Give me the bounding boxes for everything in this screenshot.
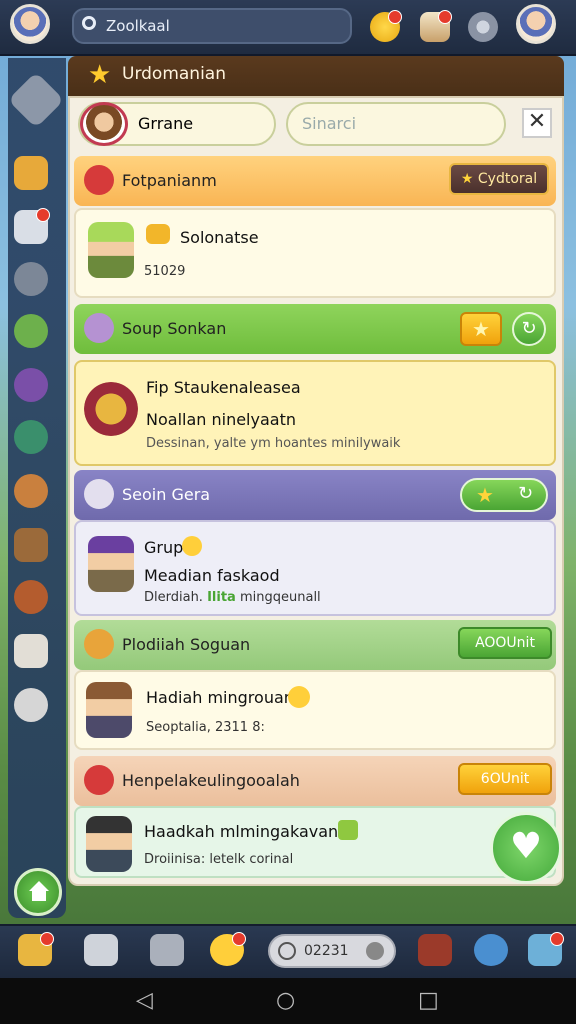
friend-avatar-icon[interactable] bbox=[14, 368, 48, 402]
character-avatar bbox=[88, 222, 134, 278]
back-icon[interactable]: ◁ bbox=[136, 978, 153, 1024]
star-button[interactable]: ★ bbox=[460, 312, 502, 346]
notification-badge bbox=[36, 208, 50, 222]
chat-icon[interactable] bbox=[14, 208, 50, 244]
profile-avatar bbox=[80, 102, 128, 146]
timer-text: 02231 bbox=[304, 943, 349, 959]
panel-header: ★ Urdomanian bbox=[68, 56, 564, 96]
card-line: Noallan ninelyaatn bbox=[146, 410, 296, 429]
friend-avatar-icon[interactable] bbox=[14, 420, 48, 454]
notification-badge bbox=[40, 932, 54, 946]
badge-icon bbox=[84, 382, 138, 436]
list-card[interactable]: Solonatse 51029 bbox=[74, 208, 556, 298]
list-card[interactable]: Haadkah mlmingakavan Droiinisa: letelk c… bbox=[74, 806, 556, 878]
refresh-icon: ↻ bbox=[518, 483, 534, 504]
shop-icon[interactable] bbox=[420, 10, 452, 42]
card-subtitle: 51029 bbox=[144, 264, 186, 279]
close-icon: ✕ bbox=[527, 109, 547, 134]
coin-icon bbox=[288, 686, 310, 708]
card-line: Meadian faskaod bbox=[144, 566, 280, 585]
emoji-icon[interactable] bbox=[210, 932, 246, 966]
message-icon[interactable] bbox=[14, 634, 48, 668]
section-title: Soup Sonkan bbox=[122, 319, 227, 338]
header-action-label: AOOUnit bbox=[475, 635, 535, 651]
candy-icon bbox=[84, 765, 114, 795]
quest-icon[interactable] bbox=[18, 932, 54, 966]
close-button[interactable]: ✕ bbox=[522, 108, 552, 138]
card-title: Hadiah mingrouan bbox=[146, 688, 294, 707]
cheese-icon[interactable] bbox=[14, 156, 48, 190]
notification-badge bbox=[550, 932, 564, 946]
home-circle-icon[interactable]: ○ bbox=[276, 978, 295, 1024]
candy-icon bbox=[84, 629, 114, 659]
system-nav-bar: ◁ ○ □ bbox=[0, 978, 576, 1024]
notification-badge bbox=[232, 932, 246, 946]
character-avatar bbox=[86, 816, 132, 872]
header-action-label: Cydtoral bbox=[477, 171, 538, 187]
card-subtitle: Dessinan, yalte ym hoantes minilywaik bbox=[146, 436, 401, 451]
friend-avatar-icon[interactable] bbox=[14, 314, 48, 348]
character-avatar bbox=[86, 682, 132, 738]
character-icon[interactable] bbox=[474, 934, 508, 966]
timer-display[interactable]: 02231 bbox=[268, 934, 396, 968]
mail-icon[interactable] bbox=[84, 934, 118, 966]
section-title: Plodiiah Soguan bbox=[122, 635, 251, 654]
search-icon bbox=[82, 16, 96, 30]
player-avatar[interactable] bbox=[10, 4, 50, 44]
star-icon: ★ bbox=[88, 60, 112, 90]
home-button[interactable] bbox=[14, 868, 62, 916]
header-action-button[interactable]: 6OUnit bbox=[458, 763, 552, 795]
search-text: Zoolkaal bbox=[106, 17, 170, 35]
candy-icon bbox=[84, 479, 114, 509]
card-title: Solonatse bbox=[180, 228, 259, 247]
section-title: Fotpanianm bbox=[122, 171, 217, 190]
list-card[interactable]: Grup Meadian faskaod Dlerdiah. Ilita min… bbox=[74, 520, 556, 616]
hand-icon[interactable] bbox=[14, 688, 48, 722]
card-title: Haadkah mlmingakavan bbox=[144, 822, 339, 841]
card-subtitle: Seoptalia, 2311 8: bbox=[146, 720, 265, 735]
reward-icon[interactable] bbox=[370, 10, 402, 42]
item-icon[interactable] bbox=[418, 934, 452, 966]
gear-icon bbox=[366, 942, 384, 960]
header-action-label: 6OUnit bbox=[480, 771, 530, 787]
refresh-button[interactable]: ↻ bbox=[512, 312, 546, 346]
card-title: Grup bbox=[144, 538, 184, 557]
team-icon[interactable] bbox=[528, 932, 564, 966]
star-icon: ★ bbox=[460, 171, 474, 187]
header-action-button[interactable]: ★ Cydtoral bbox=[449, 163, 549, 195]
card-subtitle: Dlerdiah. Ilita mingqeunall bbox=[144, 590, 321, 605]
heart-icon: ♥ bbox=[509, 826, 543, 867]
action-pill[interactable]: ★ ↻ bbox=[460, 478, 548, 512]
compass-icon[interactable] bbox=[14, 262, 48, 296]
candy-icon bbox=[84, 165, 114, 195]
friend-avatar-icon[interactable] bbox=[14, 474, 48, 508]
settings-gear-icon[interactable] bbox=[468, 12, 498, 42]
card-title: Fip Staukenaleasea bbox=[146, 378, 301, 397]
coin-icon bbox=[146, 224, 170, 244]
header-action-button[interactable]: AOOUnit bbox=[458, 627, 552, 659]
section-title: Henpelakeulingooalah bbox=[122, 771, 300, 790]
pet-icon[interactable] bbox=[14, 580, 48, 614]
friend-avatar[interactable] bbox=[516, 4, 556, 44]
emoji-icon bbox=[182, 536, 202, 556]
panel-title: Urdomanian bbox=[122, 64, 226, 84]
clock-icon bbox=[278, 942, 296, 960]
gift-icon bbox=[338, 820, 358, 840]
card-subtitle: Droiinisa: letelk corinal bbox=[144, 852, 294, 867]
star-icon: ★ bbox=[476, 483, 494, 507]
recents-icon[interactable]: □ bbox=[418, 978, 439, 1024]
search-bar[interactable]: Zoolkaal bbox=[72, 8, 352, 44]
candy-icon bbox=[84, 313, 114, 343]
search-placeholder: Sinarci bbox=[302, 114, 357, 133]
calendar-icon[interactable] bbox=[150, 934, 184, 966]
list-card[interactable]: Hadiah mingrouan Seoptalia, 2311 8: bbox=[74, 670, 556, 750]
notification-badge bbox=[388, 10, 402, 24]
list-card[interactable]: Fip Staukenaleasea Noallan ninelyaatn De… bbox=[74, 360, 556, 466]
favorite-heart-button[interactable]: ♥ bbox=[490, 812, 562, 884]
character-avatar bbox=[88, 536, 134, 592]
chest-icon[interactable] bbox=[14, 528, 48, 562]
section-title: Seoin Gera bbox=[122, 485, 211, 504]
search-input[interactable]: Sinarci bbox=[286, 102, 506, 146]
notification-badge bbox=[438, 10, 452, 24]
